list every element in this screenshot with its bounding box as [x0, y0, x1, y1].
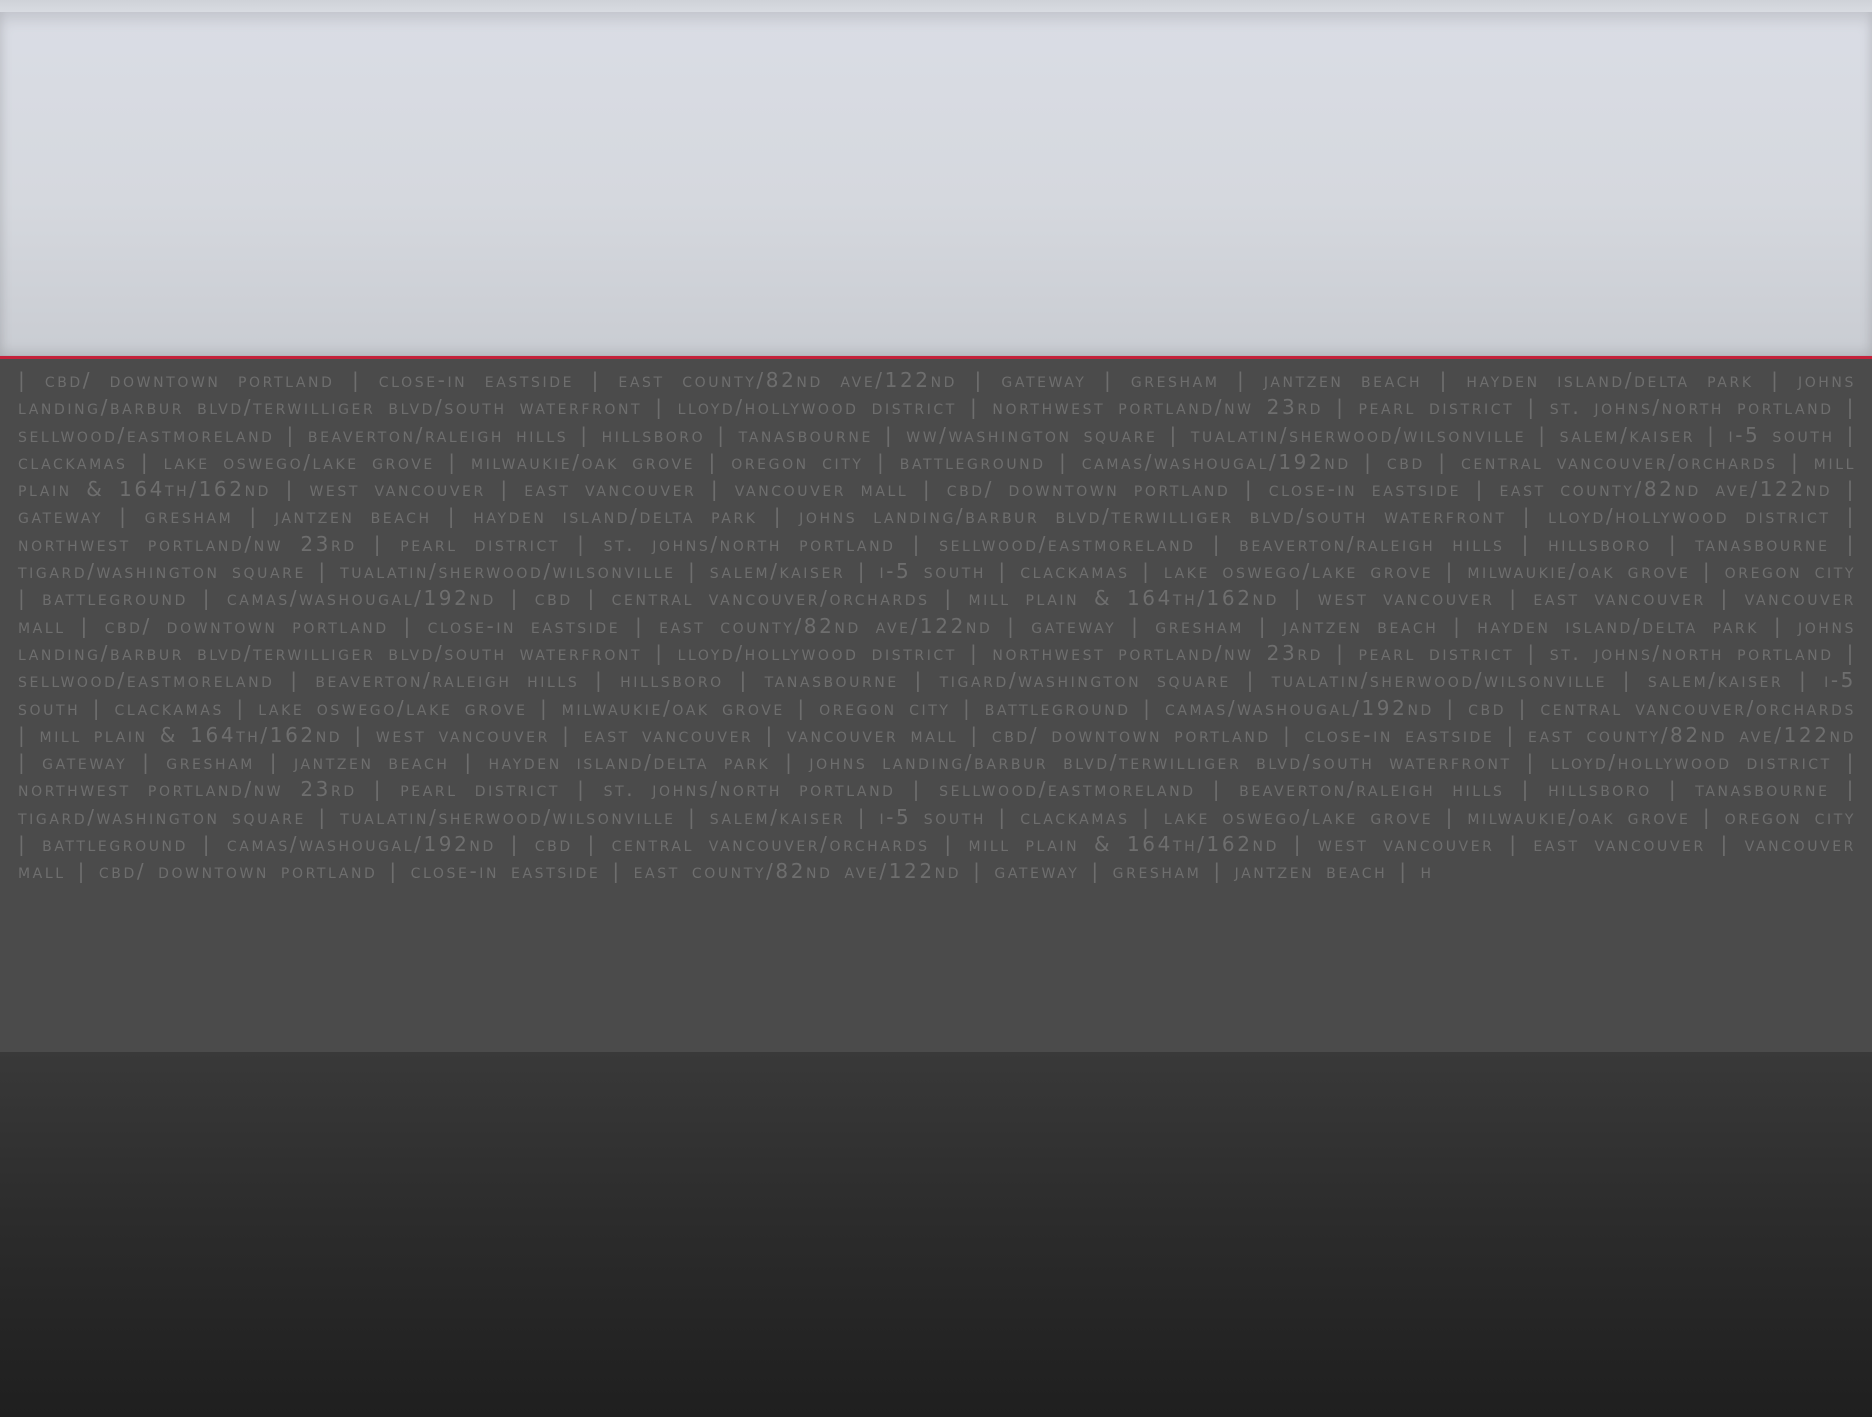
neighborhood-panel: | CBD/ DOWNTOWN PORTLAND | CLOSE-IN EAST… — [0, 359, 1872, 1052]
neighborhood-list: | CBD/ DOWNTOWN PORTLAND | CLOSE-IN EAST… — [18, 368, 1857, 884]
top-bar — [0, 0, 1872, 12]
header-band — [0, 12, 1872, 356]
lower-band — [0, 1052, 1872, 1417]
